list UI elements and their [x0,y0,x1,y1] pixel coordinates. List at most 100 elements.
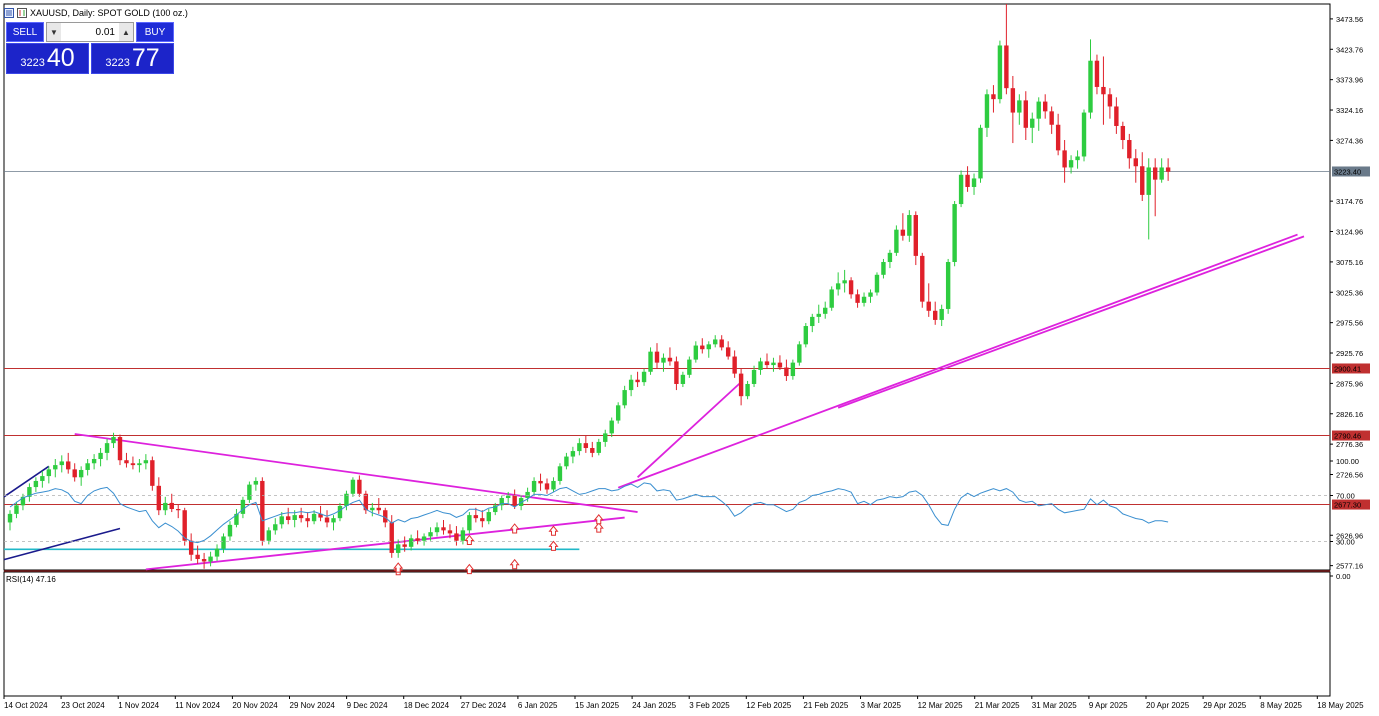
candle-bear [1140,166,1145,195]
candle-bull [1081,112,1087,157]
candle-bull [751,369,757,384]
candle-bull [823,307,828,314]
candle-bear [201,559,207,562]
candle-bear [1055,124,1061,151]
candle-bull [273,524,278,531]
chart-canvas[interactable]: 2900.412790.462677.303223.403473.563423.… [0,0,1379,716]
candle-bull [78,469,84,478]
candle-bull [615,405,621,421]
candle-bull [214,548,220,557]
sell-price-button[interactable]: 3223 40 [6,43,89,74]
candle-bear [195,554,200,560]
rsi-title: RSI(14) 47.16 [6,575,56,584]
date-tick-label: 15 Jan 2025 [575,701,620,710]
candle-bull [693,345,699,360]
candle-bull [687,359,692,375]
candle-bear [1043,101,1048,112]
candle-bull [939,308,944,320]
price-tick-label: 3025.36 [1336,288,1363,297]
candle-bear [454,533,459,541]
candle-bear [130,463,136,466]
level-price-label: 2900.41 [1334,364,1361,373]
price-tick-label: 3473.56 [1336,15,1363,24]
price-tick-label: 2975.56 [1336,319,1363,328]
candle-bull [868,292,873,297]
rsi-tick-label: 0.00 [1336,572,1351,581]
candle-bull [91,458,97,464]
date-tick-label: 20 Apr 2025 [1146,701,1190,710]
candle-bull [609,420,614,434]
price-tick-label: 3124.96 [1336,228,1363,237]
candle-bear [169,502,174,510]
buy-button[interactable]: BUY [136,22,174,42]
candle-bull [467,515,472,531]
candle-bull [434,527,440,533]
candle-bull [958,174,964,205]
candle-bull [53,465,58,470]
candle-bear [176,509,181,511]
date-tick-label: 9 Apr 2025 [1089,701,1128,710]
candle-bull [1075,156,1080,161]
candle-bear [512,495,517,506]
candle-bear [933,310,938,320]
candle-bull [557,466,563,481]
candle-bull [40,476,45,481]
lot-increase-icon[interactable]: ▲ [119,23,133,41]
candle-bear [913,215,918,256]
candle-bull [1036,101,1041,119]
date-tick-label: 24 Jan 2025 [632,701,677,710]
price-tick-label: 2826.16 [1336,410,1363,419]
candle-bull [337,505,343,519]
candle-bear [764,361,770,366]
candle-bull [881,261,886,275]
candle-bear [415,538,420,541]
candle-bear [1152,167,1158,180]
candle-bull [460,530,466,541]
candle-bull [85,463,90,470]
candle-bull [1159,167,1164,180]
candle-bear [1023,100,1028,128]
lot-decrease-icon[interactable]: ▼ [47,23,61,41]
candle-bull [370,507,375,511]
date-tick-label: 21 Feb 2025 [803,701,848,710]
buy-price-button[interactable]: 3223 77 [91,43,174,74]
candle-bull [421,536,427,541]
price-tick-label: 2776.36 [1336,440,1363,449]
candle-bull [208,556,213,562]
price-tick-label: 3324.16 [1336,106,1363,115]
candle-bear [402,544,407,547]
candle-bull [1088,60,1093,113]
candle-bull [603,433,608,442]
date-tick-label: 12 Mar 2025 [918,701,963,710]
candle-bear [1049,111,1054,125]
candle-bull [331,518,336,523]
sell-button[interactable]: SELL [6,22,44,42]
lot-size-stepper[interactable]: ▼ ▲ [46,22,134,42]
lot-size-input[interactable] [61,26,119,38]
candle-bull [680,374,686,384]
candle-bull [311,513,317,522]
candle-bull [971,178,977,187]
candle-bear [674,361,679,384]
candle-bear [150,460,155,486]
candle-bull [486,512,491,522]
candle-bear [286,516,291,520]
candle-bull [266,530,271,541]
candle-bear [1127,140,1132,159]
candle-bear [389,522,394,553]
candle-bull [661,357,666,363]
buy-price-small: 3223 [105,57,130,69]
candle-bear [538,480,543,484]
candle-bear [732,356,737,374]
candle-bear [725,347,731,357]
candle-bull [163,502,168,511]
level-price-label: 2677.30 [1334,501,1361,510]
candle-bull [577,443,582,452]
candle-bull [1030,118,1035,128]
candle-bull [551,480,556,490]
date-tick-label: 21 Mar 2025 [975,701,1020,710]
sell-price-big: 40 [46,44,75,72]
one-click-trading-panel: SELL ▼ ▲ BUY 3223 40 3223 77 [6,22,174,74]
candle-bull [46,469,52,477]
candle-bull [713,339,718,345]
